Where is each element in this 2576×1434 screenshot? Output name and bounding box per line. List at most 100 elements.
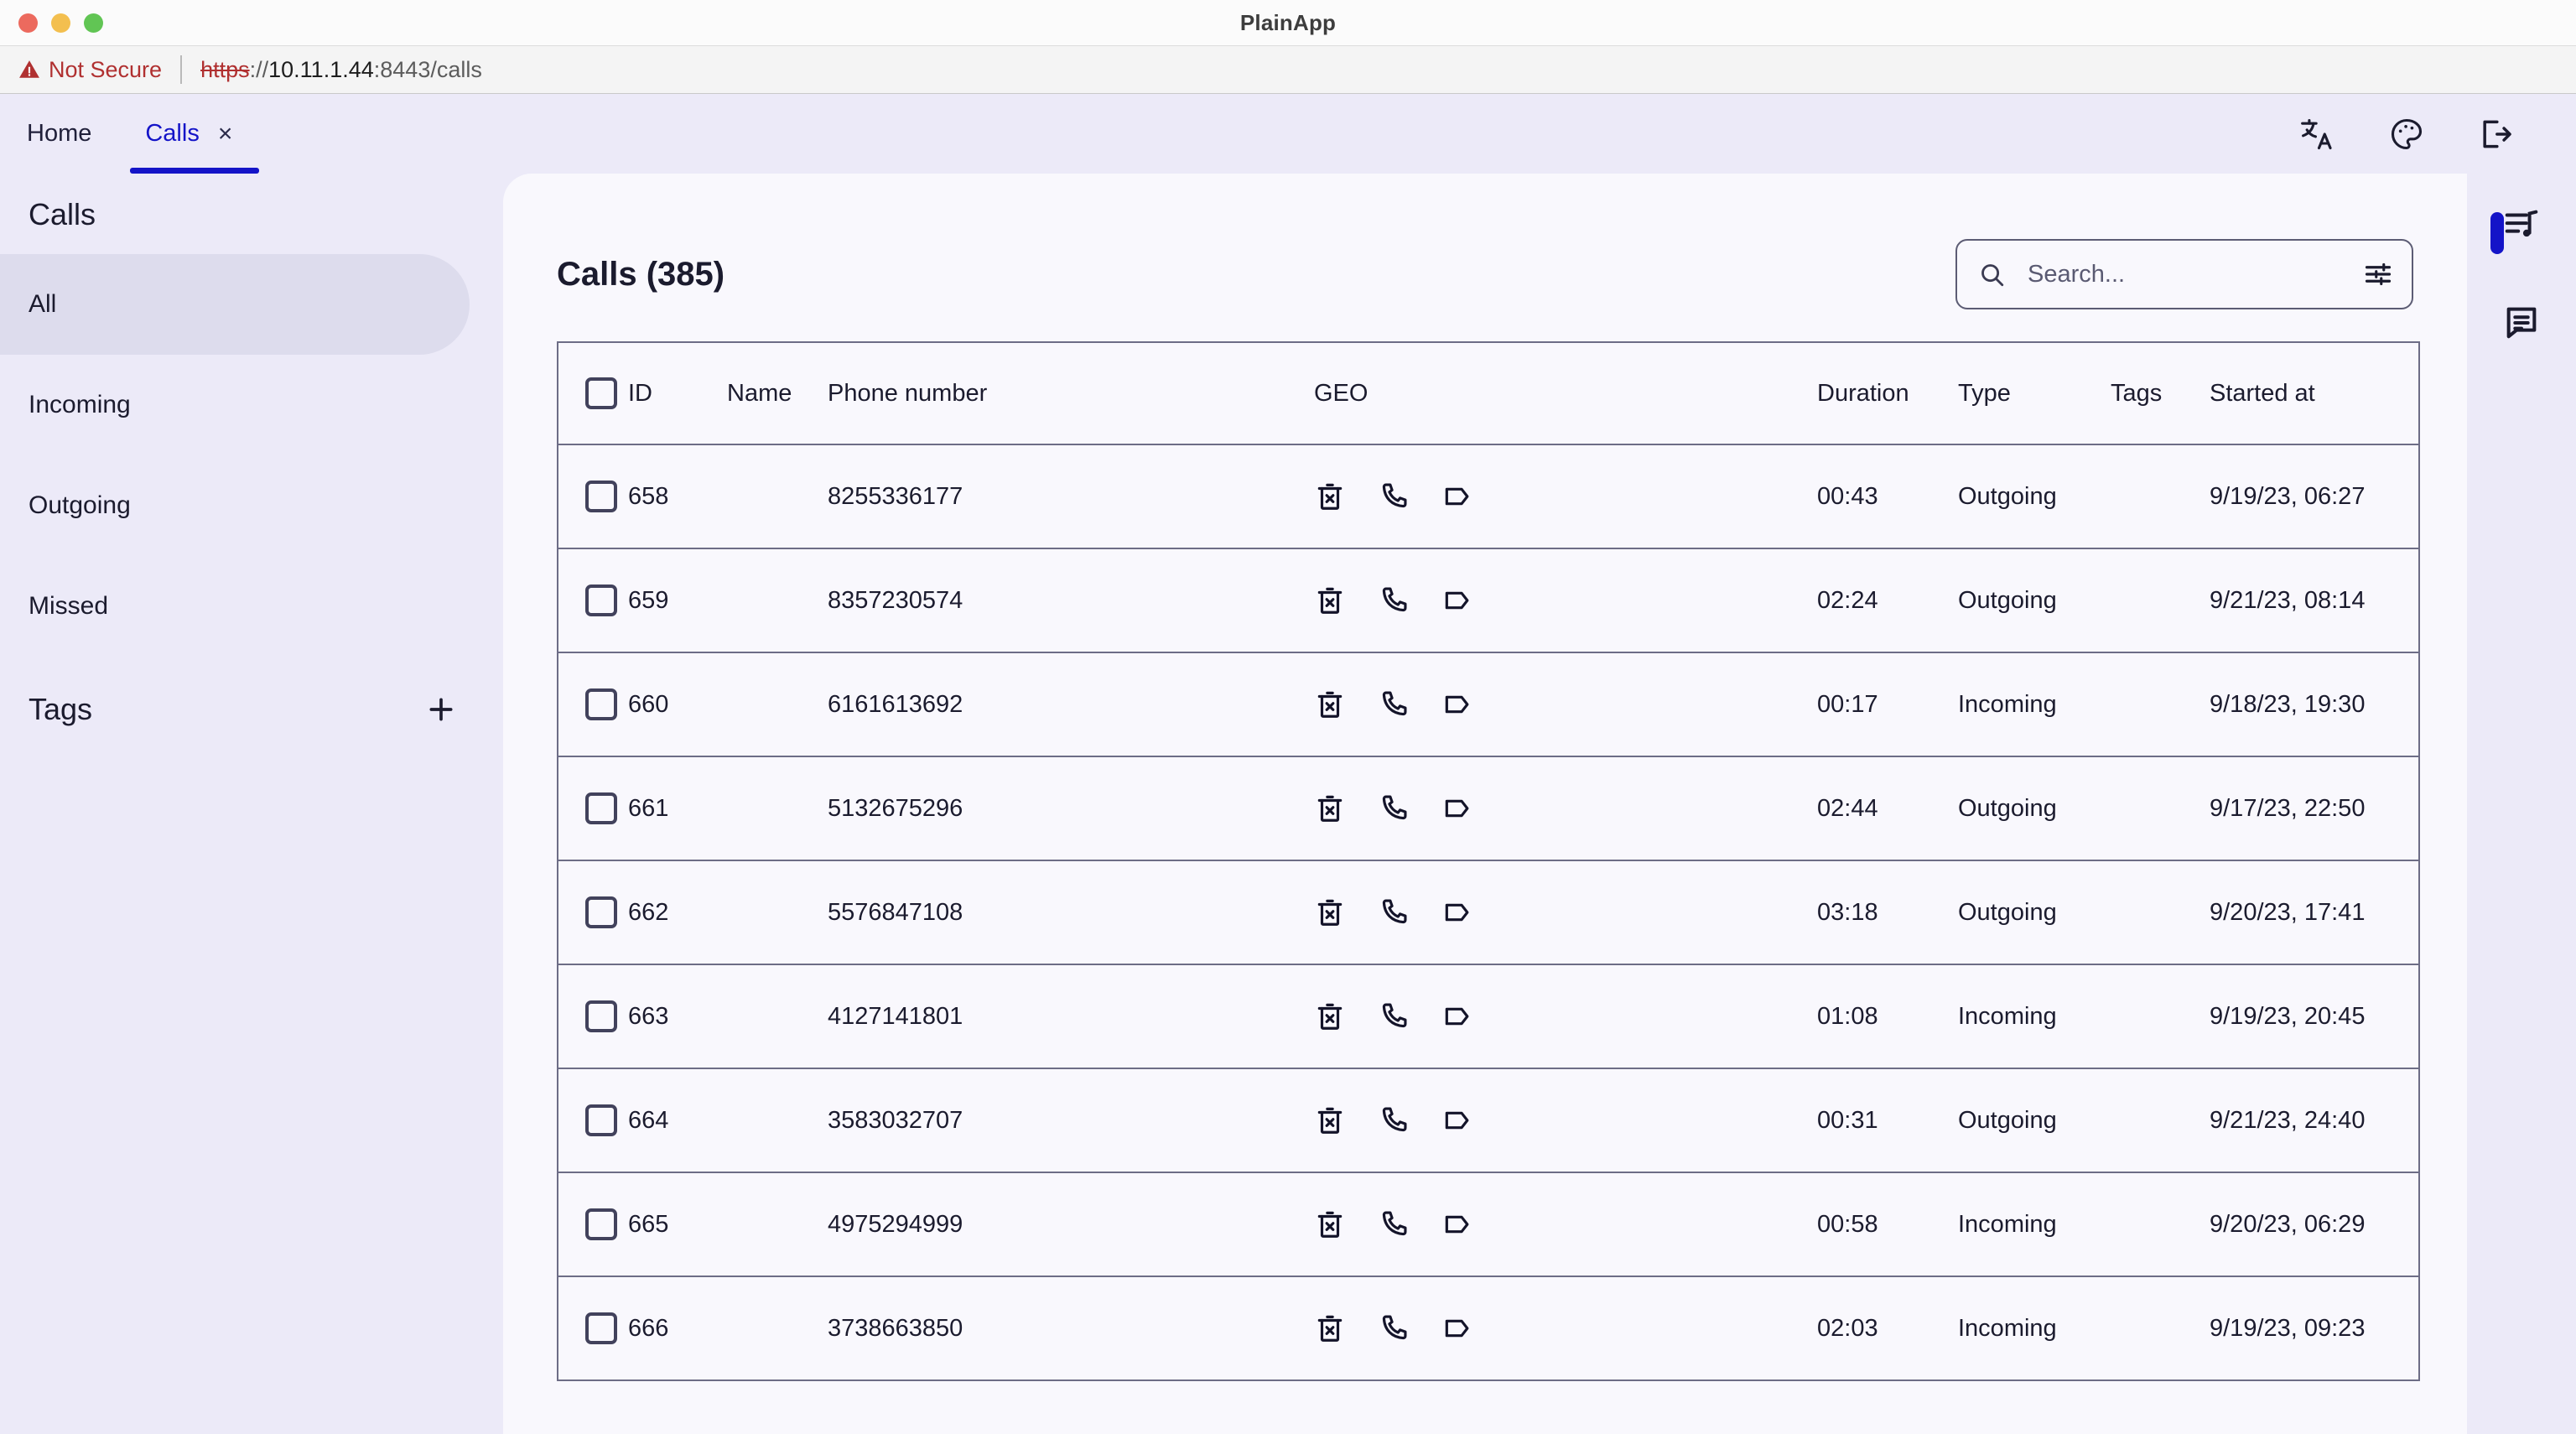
sidebar-item-label: All bbox=[29, 290, 56, 319]
calls-table-head: ID Name Phone number GEO Duration Type T… bbox=[558, 342, 2419, 444]
delete-icon[interactable] bbox=[1314, 792, 1346, 824]
call-icon[interactable] bbox=[1378, 1104, 1410, 1136]
tag-icon[interactable] bbox=[1441, 688, 1473, 720]
url-text[interactable]: https://10.11.1.44:8443/calls bbox=[200, 57, 482, 83]
delete-icon[interactable] bbox=[1314, 688, 1346, 720]
tag-icon[interactable] bbox=[1441, 1208, 1473, 1240]
th-geo[interactable]: GEO bbox=[1314, 342, 1817, 444]
tag-icon[interactable] bbox=[1441, 1000, 1473, 1032]
cell-type: Outgoing bbox=[1958, 1068, 2111, 1172]
palette-icon[interactable] bbox=[2388, 116, 2425, 153]
row-checkbox[interactable] bbox=[585, 1312, 617, 1344]
row-checkbox[interactable] bbox=[585, 688, 617, 720]
logout-icon[interactable] bbox=[2477, 116, 2514, 153]
sidebar-title: Calls bbox=[0, 179, 503, 254]
th-tags[interactable]: Tags bbox=[2111, 342, 2210, 444]
close-icon[interactable]: × bbox=[218, 122, 233, 147]
call-icon[interactable] bbox=[1378, 1208, 1410, 1240]
sidebar-item-all[interactable]: All bbox=[0, 254, 470, 355]
url-separator: :// bbox=[250, 57, 269, 83]
add-tag-icon[interactable] bbox=[424, 693, 458, 726]
delete-icon[interactable] bbox=[1314, 1000, 1346, 1032]
delete-icon[interactable] bbox=[1314, 896, 1346, 928]
cell-type: Incoming bbox=[1958, 1276, 2111, 1380]
scroll-position-indicator[interactable] bbox=[2490, 212, 2504, 254]
calls-table: ID Name Phone number GEO Duration Type T… bbox=[557, 341, 2420, 1381]
call-icon[interactable] bbox=[1378, 792, 1410, 824]
delete-icon[interactable] bbox=[1314, 1208, 1346, 1240]
table-row[interactable]: 659835723057402:24Outgoing9/21/23, 08:14 bbox=[558, 548, 2419, 652]
table-row[interactable]: 662557684710803:18Outgoing9/20/23, 17:41 bbox=[558, 860, 2419, 964]
row-checkbox[interactable] bbox=[585, 1104, 617, 1136]
rail-top bbox=[2502, 205, 2541, 244]
filter-sliders-icon[interactable] bbox=[2363, 259, 2393, 289]
playlist-icon[interactable] bbox=[2502, 205, 2541, 244]
row-checkbox[interactable] bbox=[585, 481, 617, 512]
th-id[interactable]: ID bbox=[628, 342, 727, 444]
cell-select bbox=[558, 652, 628, 756]
sidebar-item-outgoing[interactable]: Outgoing bbox=[0, 455, 470, 556]
search-input[interactable] bbox=[2028, 261, 2363, 288]
call-icon[interactable] bbox=[1378, 896, 1410, 928]
url-path: /calls bbox=[430, 57, 482, 83]
call-icon[interactable] bbox=[1378, 1000, 1410, 1032]
th-type[interactable]: Type bbox=[1958, 342, 2111, 444]
tab-home[interactable]: Home bbox=[0, 94, 118, 174]
delete-icon[interactable] bbox=[1314, 481, 1346, 512]
chat-icon[interactable] bbox=[2502, 303, 2541, 341]
table-row[interactable]: 666373866385002:03Incoming9/19/23, 09:23 bbox=[558, 1276, 2419, 1380]
cell-geo bbox=[1314, 1068, 1817, 1172]
row-checkbox[interactable] bbox=[585, 1208, 617, 1240]
tag-icon[interactable] bbox=[1441, 1312, 1473, 1344]
call-icon[interactable] bbox=[1378, 1312, 1410, 1344]
cell-duration: 02:24 bbox=[1817, 548, 1958, 652]
tag-icon[interactable] bbox=[1441, 585, 1473, 616]
table-row[interactable]: 665497529499900:58Incoming9/20/23, 06:29 bbox=[558, 1172, 2419, 1276]
delete-icon[interactable] bbox=[1314, 585, 1346, 616]
cell-started-at: 9/20/23, 06:29 bbox=[2210, 1172, 2419, 1276]
call-icon[interactable] bbox=[1378, 688, 1410, 720]
sidebar-item-incoming[interactable]: Incoming bbox=[0, 355, 470, 455]
tag-icon[interactable] bbox=[1441, 1104, 1473, 1136]
th-started-at[interactable]: Started at bbox=[2210, 342, 2419, 444]
cell-phone: 8357230574 bbox=[828, 548, 1314, 652]
row-checkbox[interactable] bbox=[585, 896, 617, 928]
row-checkbox[interactable] bbox=[585, 1000, 617, 1032]
th-name[interactable]: Name bbox=[727, 342, 828, 444]
call-icon[interactable] bbox=[1378, 585, 1410, 616]
tag-icon[interactable] bbox=[1441, 792, 1473, 824]
tag-icon[interactable] bbox=[1441, 481, 1473, 512]
tag-icon[interactable] bbox=[1441, 896, 1473, 928]
row-checkbox[interactable] bbox=[585, 792, 617, 824]
cell-geo bbox=[1314, 1172, 1817, 1276]
tab-calls-label: Calls bbox=[145, 120, 199, 148]
table-row[interactable]: 660616161369200:17Incoming9/18/23, 19:30 bbox=[558, 652, 2419, 756]
sidebar-item-missed[interactable]: Missed bbox=[0, 556, 470, 657]
page-title: Calls (385) bbox=[557, 256, 724, 294]
cell-started-at: 9/18/23, 19:30 bbox=[2210, 652, 2419, 756]
tab-calls[interactable]: Calls × bbox=[118, 94, 259, 174]
row-checkbox[interactable] bbox=[585, 585, 617, 616]
row-actions bbox=[1314, 1104, 1817, 1136]
cell-started-at: 9/17/23, 22:50 bbox=[2210, 756, 2419, 860]
call-icon[interactable] bbox=[1378, 481, 1410, 512]
th-phone[interactable]: Phone number bbox=[828, 342, 1314, 444]
cell-tags bbox=[2111, 1276, 2210, 1380]
row-actions bbox=[1314, 1312, 1817, 1344]
th-duration[interactable]: Duration bbox=[1817, 342, 1958, 444]
translate-icon[interactable] bbox=[2299, 116, 2336, 153]
table-row[interactable]: 658825533617700:43Outgoing9/19/23, 06:27 bbox=[558, 444, 2419, 548]
delete-icon[interactable] bbox=[1314, 1104, 1346, 1136]
table-row[interactable]: 664358303270700:31Outgoing9/21/23, 24:40 bbox=[558, 1068, 2419, 1172]
cell-started-at: 9/19/23, 06:27 bbox=[2210, 444, 2419, 548]
table-row[interactable]: 663412714180101:08Incoming9/19/23, 20:45 bbox=[558, 964, 2419, 1068]
delete-icon[interactable] bbox=[1314, 1312, 1346, 1344]
app-body: Calls All Incoming Outgoing Missed Tags bbox=[0, 174, 2576, 1434]
search-box[interactable] bbox=[1955, 239, 2413, 309]
table-header-row: ID Name Phone number GEO Duration Type T… bbox=[558, 342, 2419, 444]
browser-url-bar[interactable]: Not Secure https://10.11.1.44:8443/calls bbox=[0, 46, 2576, 94]
phone-number-text: 6161613692 bbox=[828, 691, 963, 718]
select-all-checkbox[interactable] bbox=[585, 377, 617, 409]
cell-geo bbox=[1314, 860, 1817, 964]
table-row[interactable]: 661513267529602:44Outgoing9/17/23, 22:50 bbox=[558, 756, 2419, 860]
